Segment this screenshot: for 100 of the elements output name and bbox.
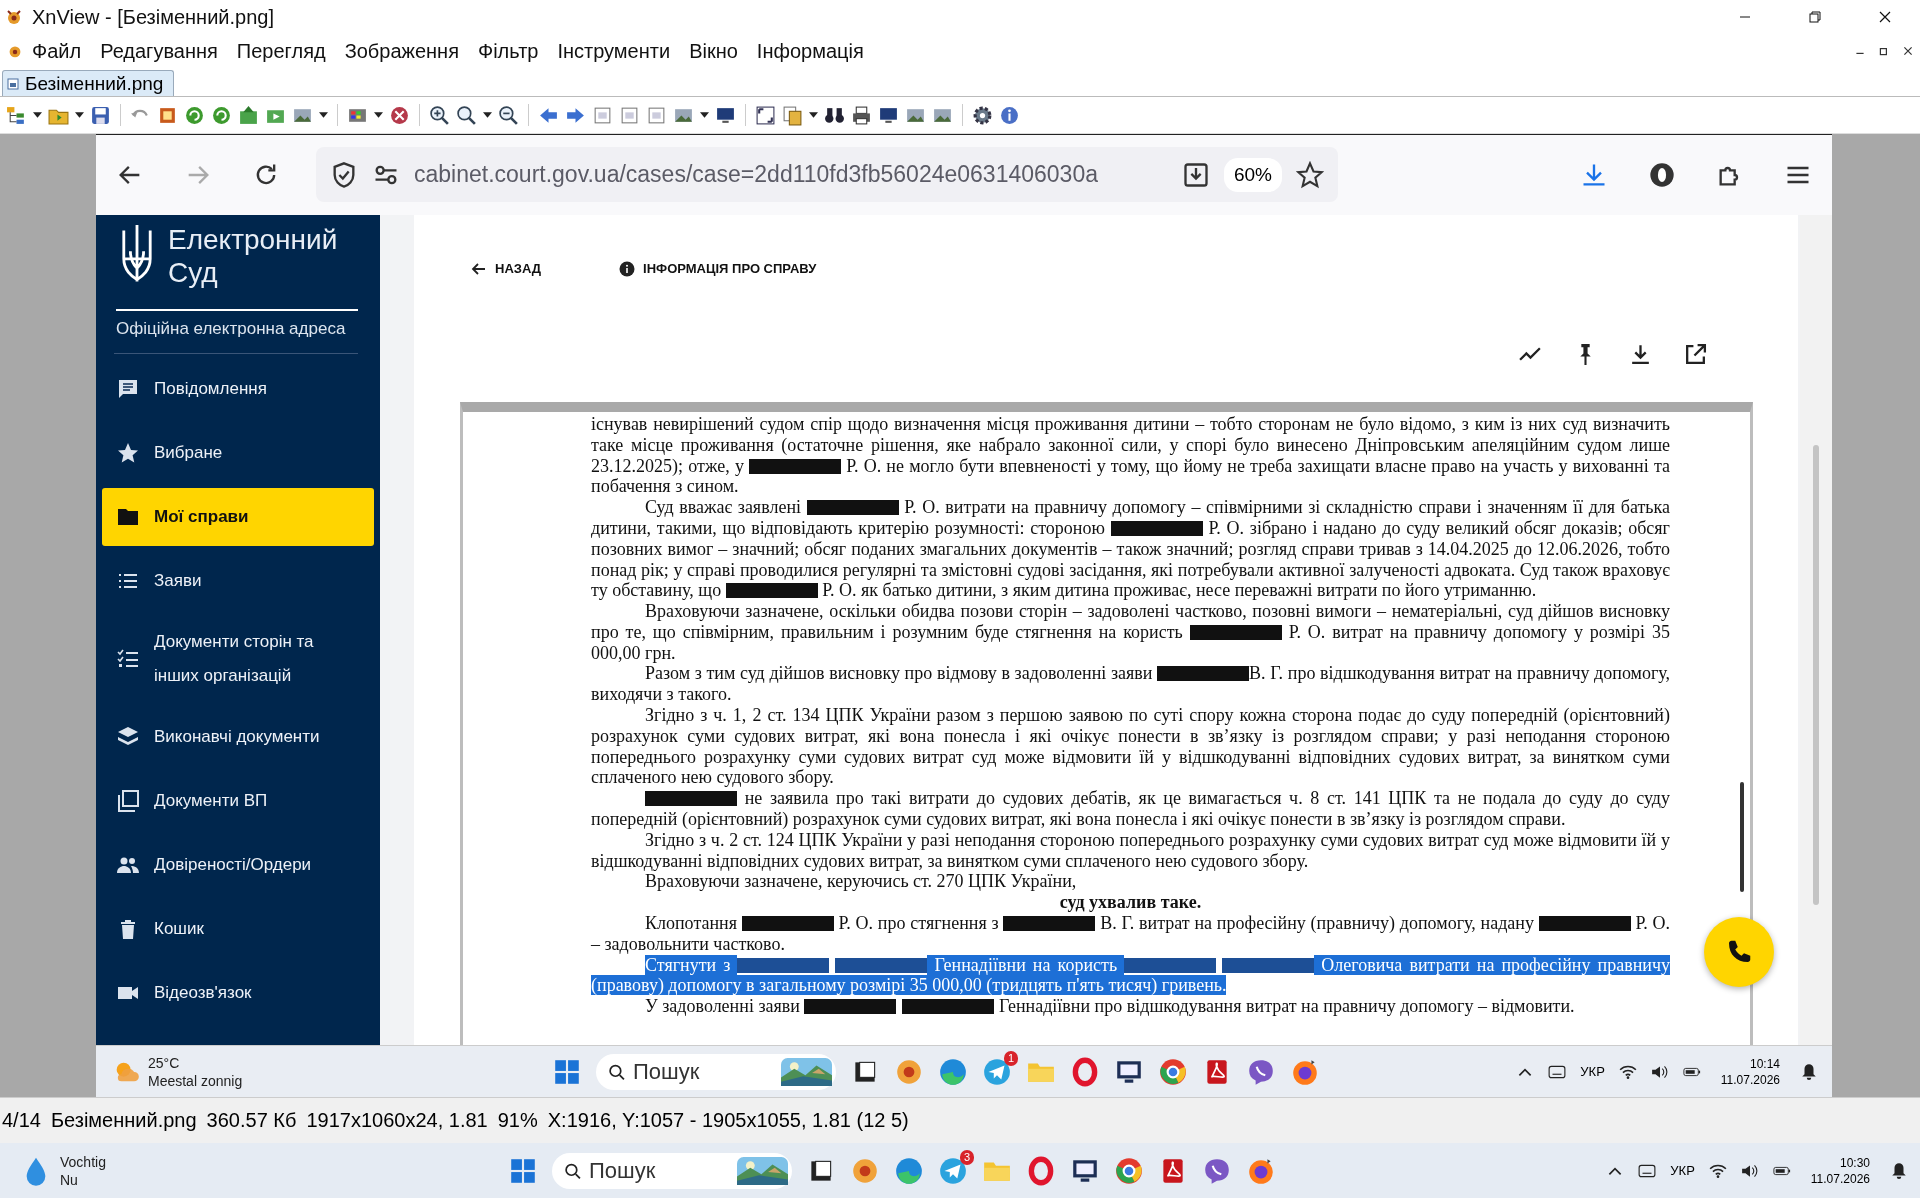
document-paragraph: У задоволенні заяви Геннадіївни про відшкодування витрат на правничу допомогу – відмовити. (644, 996, 1576, 1018)
caret-icon[interactable] (483, 112, 492, 118)
scrollbar-thumb[interactable] (1740, 781, 1744, 892)
document-paragraph: Враховуючи зазначене, керуючись ст. 270 ЦПК України, (644, 871, 1078, 893)
info-icon[interactable] (999, 104, 1020, 126)
arrow-left-icon (471, 260, 487, 277)
wheel-icon[interactable] (1114, 1155, 1144, 1186)
caret-icon[interactable] (33, 112, 42, 118)
clock[interactable]: 10:14 11.07.2026 (1720, 1055, 1780, 1088)
menu-item[interactable]: Перегляд (236, 39, 326, 63)
document-paragraph: Клопотання Р. О. про стягнення з В. Г. витрат на професійну (правничу) допомогу, надану Р. О. – задовольнити частково. (591, 913, 1670, 955)
tree-icon[interactable] (6, 104, 27, 126)
zoom-in-icon[interactable] (429, 104, 450, 126)
search-field[interactable]: Пошук (552, 1152, 792, 1189)
document-paragraph: існував невирішений судом спір щодо визначення місця проживання дитини – тобто сторонам не було відомо, з ким із них суд визначить таке місце проживання (остаточне рішення, яке набрало законної сили, у спорі було винесено Дніпровським апеляційним судом лише 23.12.2025); отже, у Р. О. не могло бути впевненості у тому, що йому не треба захищати власне право на участь у вихованні та побачення з сином. (591, 413, 1670, 498)
close-icon[interactable] (1877, 9, 1893, 25)
sidebar-item[interactable]: Довіреності/Ордери (102, 835, 374, 894)
search-field[interactable]: Пошук (596, 1053, 836, 1090)
circle-icon[interactable] (1648, 160, 1676, 189)
weather-text: Meestal zonnig (148, 1071, 243, 1090)
document-paragraph: Стягнути з Геннадіївни на користь Олеговича витрати на професійну правничу (правову) допомогу в загальному розмірі 35 000,00 (тридцять п'ять тисяч) гривень. (591, 954, 1670, 997)
document-paragraph: Згідно з ч. 1, 2 ст. 134 ЦПК України разом з першою заявою по суті спору кожна сторона подає до суду попередній (орієнтовний) розрахунок суми судових витрат, які вона понесла і які очікує понести в зв’язку із розглядом справи; у разі неподання стороною попереднього розрахунку суми судових витрат суд може відмовити їй у відшкодуванні відповідних судових витрат, за винятком суми сплаченого нею судового збору. (591, 705, 1670, 789)
paper-plane-icon[interactable] (938, 1155, 968, 1186)
document-tab[interactable]: Безіменний.png (2, 70, 175, 96)
menu-item[interactable]: Вікно (689, 39, 738, 63)
sidebar-item[interactable]: Мої справи (102, 487, 374, 546)
delete-icon[interactable] (389, 104, 410, 126)
menu-item[interactable]: Редагування (100, 39, 218, 63)
address-bar[interactable]: cabinet.court.gov.ua/cases/case=2dd110fd3fb56024e0631406030a 60% (316, 147, 1338, 203)
case-info-link[interactable]: ІНФОРМАЦІЯ ПРО СПРАВУ (619, 260, 817, 277)
status-field: 4/14 (2, 1109, 41, 1132)
save-icon[interactable] (90, 104, 111, 126)
star-icon[interactable] (1296, 160, 1324, 189)
menu-item[interactable]: Інформація (756, 39, 864, 63)
copy-icon (116, 788, 140, 813)
document-paragraph: Враховуючи зазначене, оскільки обидва позови сторін – задоволені частково, позовні вимоги – нематеріальні, суд дійшов висновку про те, що співмірним, правильним і розумним буде стягнення на користь Р. О. витрат на правничу допомогу у розмірі 35 000,00 грн. (591, 601, 1670, 664)
search-input[interactable]: Пошук (631, 1057, 775, 1086)
copy-icon[interactable] (782, 104, 803, 126)
status-field: 1917x1060x24, 1.81 (306, 1109, 488, 1132)
weather-detail: Nu (60, 1170, 79, 1189)
status-field: Безіменний.png (50, 1109, 197, 1132)
caret-icon[interactable] (700, 112, 709, 118)
temperature: 25°C (148, 1053, 181, 1072)
search-icon (608, 1062, 625, 1081)
restore-icon[interactable] (1807, 9, 1823, 25)
caret-icon[interactable] (75, 112, 84, 118)
print-icon[interactable] (851, 104, 872, 126)
status-field: 91% (497, 1109, 538, 1132)
paper-plane-icon[interactable] (982, 1056, 1012, 1087)
notification-badge: 3 (959, 1149, 974, 1165)
menu-item[interactable]: Інструменти (557, 39, 671, 63)
caret-icon[interactable] (374, 112, 383, 118)
zoom-level[interactable]: 60% (1223, 157, 1282, 192)
swirl-icon[interactable] (938, 1056, 968, 1087)
menu-item[interactable]: Файл (32, 39, 82, 63)
bell-icon[interactable] (1800, 1062, 1818, 1081)
sidebar-item[interactable]: Відеозв'язок (102, 963, 374, 1022)
fit-icon[interactable] (755, 104, 776, 126)
restore-icon[interactable] (1878, 45, 1890, 57)
window-title: XnView - [Безіменний.png] (32, 5, 274, 29)
language-indicator[interactable]: УКР (1580, 1064, 1605, 1080)
search-input[interactable]: Пошук (587, 1156, 731, 1185)
status-field: X:1916, Y:1057 - 1905x1055, 1.81 (12 5) (547, 1109, 909, 1132)
scrollbar-thumb[interactable] (1813, 444, 1819, 905)
arrow-up-icon[interactable] (238, 104, 259, 126)
back-link[interactable]: НАЗАД (471, 260, 542, 277)
document-paragraph: Суд вважає заявлені Р. О. витрати на правничу допомогу – співмірними зі складністю справи і значенням її для батька дитини, такими, що відповідають критерію розумності: стороною Р. О. зібрано і надано до суду великий обсяг доказів; обсяг позовних вимог – значний; обсяг поданих змагальних документів – також значний; розгляд справи тривав з 14.04.2025 до 12.06.2026, тобто понад рік; у справі проводилися регулярні та змістовні судові засідання, які потребували активної залученості адвоката. Суд також враховує ту обставину, що Р. О. як батько дитини, з яким дитина проживає, несе переважні витрати по його утриманню. (591, 497, 1670, 602)
menu-item[interactable]: Зображення (344, 39, 459, 63)
sidebar-item[interactable]: Документи сторін та інших організацій (102, 615, 374, 702)
rotate-icon[interactable] (184, 104, 205, 126)
logo-text: Електронний (168, 222, 338, 256)
bell-icon[interactable] (1890, 1161, 1908, 1180)
caret-icon[interactable] (809, 112, 818, 118)
document-paragraph: Згідно з ч. 2 ст. 124 ЦПК України у разі неподання стороною попереднього розрахунку суми судових витрат суд може відмовити їй у відшкодуванні відповідних судових витрат, за винятком суми сплаченого нею судового збору. (591, 829, 1670, 872)
zoom-out-icon[interactable] (498, 104, 519, 126)
ring-icon[interactable] (1026, 1155, 1056, 1186)
language-indicator[interactable]: УКР (1670, 1163, 1695, 1178)
swirl-icon[interactable] (894, 1155, 924, 1186)
sidebar-item[interactable]: Виконавчі документи (102, 707, 374, 766)
sidebar-item[interactable]: Повідомлення (102, 359, 374, 418)
zoom-icon[interactable] (456, 104, 477, 126)
sidebar-item[interactable]: Вибране (102, 423, 374, 482)
caret-icon[interactable] (319, 112, 328, 118)
sidebar-item[interactable]: Заяви (102, 551, 374, 610)
image-icon (7, 77, 19, 90)
menu-item[interactable]: Фільтр (477, 39, 539, 63)
wheel-icon[interactable] (1158, 1056, 1188, 1087)
sidebar-item[interactable]: Документи ВП (102, 771, 374, 830)
ring-icon[interactable] (1070, 1056, 1100, 1087)
document-heading: суд ухвалив таке. (1058, 892, 1203, 914)
status-field: 360.57 Кб (206, 1109, 297, 1132)
logo-text: Суд (168, 255, 219, 289)
close-icon[interactable] (1902, 45, 1914, 57)
search-icon (564, 1161, 581, 1180)
download-icon[interactable] (1181, 160, 1210, 189)
weather-text: Vochtig (60, 1152, 106, 1171)
settings-icon[interactable] (972, 104, 993, 126)
clock[interactable]: 10:30 11.07.2026 (1810, 1154, 1870, 1187)
rotate-icon[interactable] (211, 104, 232, 126)
sidebar-item[interactable]: Кошик (102, 899, 374, 958)
